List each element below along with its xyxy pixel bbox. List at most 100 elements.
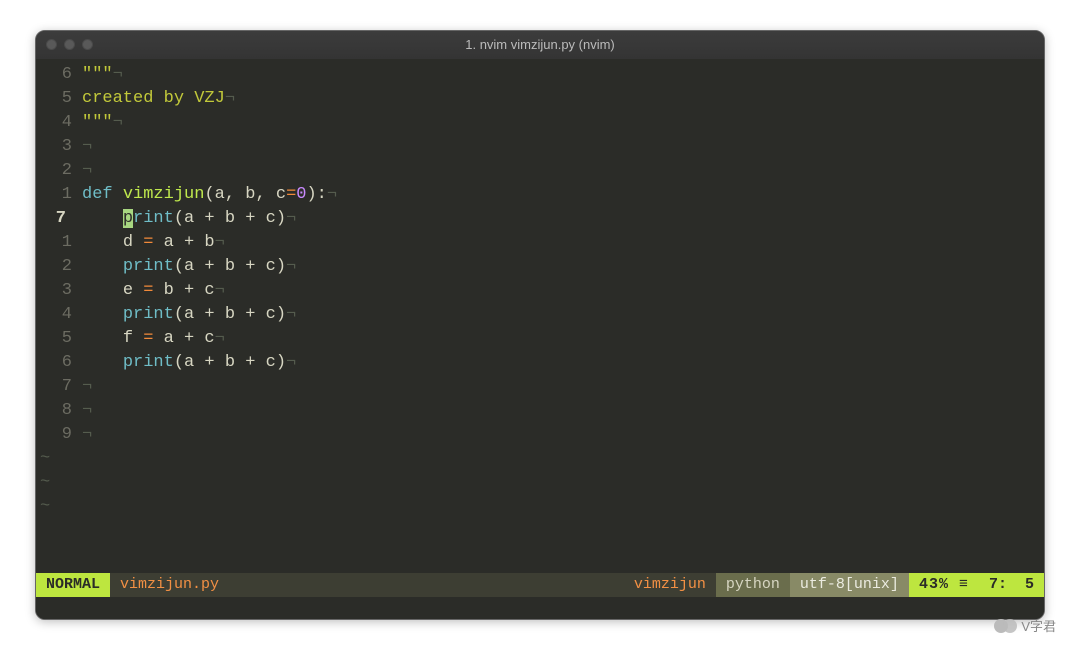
- expr: b + c: [153, 281, 214, 300]
- code-line[interactable]: 2 ¬: [36, 159, 1044, 183]
- line-number: 5: [36, 327, 82, 351]
- indent: [82, 257, 123, 276]
- eol-marker: ¬: [215, 281, 225, 300]
- line-number: 1: [36, 183, 82, 207]
- eol-marker: ¬: [82, 137, 92, 156]
- code-area[interactable]: 6 """¬ 5 created by VZJ¬ 4 """¬ 3 ¬ 2 ¬ …: [36, 63, 1044, 573]
- code-line[interactable]: 1 d = a + b¬: [36, 231, 1044, 255]
- empty-line: ~: [36, 471, 1044, 495]
- eol-marker: ¬: [215, 329, 225, 348]
- function-name: vimzijun: [123, 185, 205, 204]
- operator: =: [143, 281, 153, 300]
- docstring-quote: """: [82, 65, 113, 84]
- eol-marker: ¬: [82, 161, 92, 180]
- code-line[interactable]: 2 print(a + b + c)¬: [36, 255, 1044, 279]
- current-line-number: 7: [36, 207, 82, 231]
- params-close: ):: [306, 185, 326, 204]
- builtin-print: print: [123, 305, 174, 324]
- eol-marker: ¬: [286, 353, 296, 372]
- encoding: utf-8[unix]: [790, 573, 909, 597]
- eol-marker: ¬: [327, 185, 337, 204]
- indent: [82, 329, 123, 348]
- indent: [82, 281, 123, 300]
- indent: [82, 305, 123, 324]
- call-args: (a + b + c): [174, 209, 286, 228]
- code-line[interactable]: 8 ¬: [36, 399, 1044, 423]
- window-controls: [36, 39, 93, 50]
- nvim-editor[interactable]: 6 """¬ 5 created by VZJ¬ 4 """¬ 3 ¬ 2 ¬ …: [36, 59, 1044, 619]
- code-line[interactable]: 1 def vimzijun(a, b, c=0):¬: [36, 183, 1044, 207]
- status-spacer: [229, 573, 624, 597]
- current-function: vimzijun: [624, 573, 716, 597]
- operator: =: [143, 329, 153, 348]
- tilde-marker: ~: [36, 495, 82, 519]
- scroll-percent: 43% ≡: [909, 573, 979, 597]
- indent: [82, 233, 123, 252]
- var: f: [123, 329, 143, 348]
- call-args: (a + b + c): [174, 305, 286, 324]
- watermark-icon: [994, 619, 1017, 633]
- var: d: [123, 233, 143, 252]
- eol-marker: ¬: [82, 377, 92, 396]
- line-number: 4: [36, 303, 82, 327]
- indent: [82, 209, 123, 228]
- docstring-quote: """: [82, 113, 113, 132]
- status-line: NORMAL vimzijun.py vimzijun python utf-8…: [36, 573, 1044, 597]
- code-line[interactable]: 6 """¬: [36, 63, 1044, 87]
- eol-marker: ¬: [82, 425, 92, 444]
- cursor-line: 7:: [989, 573, 1007, 597]
- call-args: (a + b + c): [174, 257, 286, 276]
- expr: a + c: [153, 329, 214, 348]
- eol-marker: ¬: [286, 209, 296, 228]
- line-number: 5: [36, 87, 82, 111]
- keyword-def: def: [82, 185, 113, 204]
- line-number: 7: [36, 375, 82, 399]
- mode-indicator: NORMAL: [36, 573, 110, 597]
- terminal-window: 1. nvim vimzijun.py (nvim) 6 """¬ 5 crea…: [35, 30, 1045, 620]
- window-titlebar: 1. nvim vimzijun.py (nvim): [36, 31, 1044, 59]
- eol-marker: ¬: [225, 89, 235, 108]
- empty-line: ~: [36, 495, 1044, 519]
- cursor: p: [123, 209, 133, 228]
- code-line[interactable]: 4 print(a + b + c)¬: [36, 303, 1044, 327]
- docstring-text: created by VZJ: [82, 89, 225, 108]
- code-line[interactable]: 5 created by VZJ¬: [36, 87, 1044, 111]
- call-args: (a + b + c): [174, 353, 286, 372]
- line-number: 3: [36, 279, 82, 303]
- command-line[interactable]: [36, 597, 1044, 619]
- code-line[interactable]: 7 ¬: [36, 375, 1044, 399]
- filetype: python: [716, 573, 790, 597]
- tilde-marker: ~: [36, 447, 82, 471]
- code-line[interactable]: 4 """¬: [36, 111, 1044, 135]
- cursor-col: 5: [1025, 573, 1034, 597]
- builtin-print: print: [123, 257, 174, 276]
- number-literal: 0: [296, 185, 306, 204]
- eol-marker: ¬: [113, 65, 123, 84]
- line-number: 4: [36, 111, 82, 135]
- line-number: 9: [36, 423, 82, 447]
- zoom-window-button[interactable]: [82, 39, 93, 50]
- var: e: [123, 281, 143, 300]
- line-number: 2: [36, 255, 82, 279]
- minimize-window-button[interactable]: [64, 39, 75, 50]
- code-line[interactable]: 5 f = a + c¬: [36, 327, 1044, 351]
- expr: a + b: [153, 233, 214, 252]
- watermark-text: V字君: [1021, 616, 1056, 635]
- code-line[interactable]: 6 print(a + b + c)¬: [36, 351, 1044, 375]
- line-number: 8: [36, 399, 82, 423]
- current-line[interactable]: 7 print(a + b + c)¬: [36, 207, 1044, 231]
- line-number: 1: [36, 231, 82, 255]
- filename: vimzijun.py: [110, 573, 229, 597]
- window-title: 1. nvim vimzijun.py (nvim): [36, 37, 1044, 52]
- indent: [82, 353, 123, 372]
- tilde-marker: ~: [36, 471, 82, 495]
- code-line[interactable]: 3 ¬: [36, 135, 1044, 159]
- empty-line: ~: [36, 447, 1044, 471]
- code-line[interactable]: 9 ¬: [36, 423, 1044, 447]
- eol-marker: ¬: [113, 113, 123, 132]
- builtin-print: rint: [133, 209, 174, 228]
- close-window-button[interactable]: [46, 39, 57, 50]
- operator: =: [286, 185, 296, 204]
- code-line[interactable]: 3 e = b + c¬: [36, 279, 1044, 303]
- watermark: V字君: [994, 616, 1056, 635]
